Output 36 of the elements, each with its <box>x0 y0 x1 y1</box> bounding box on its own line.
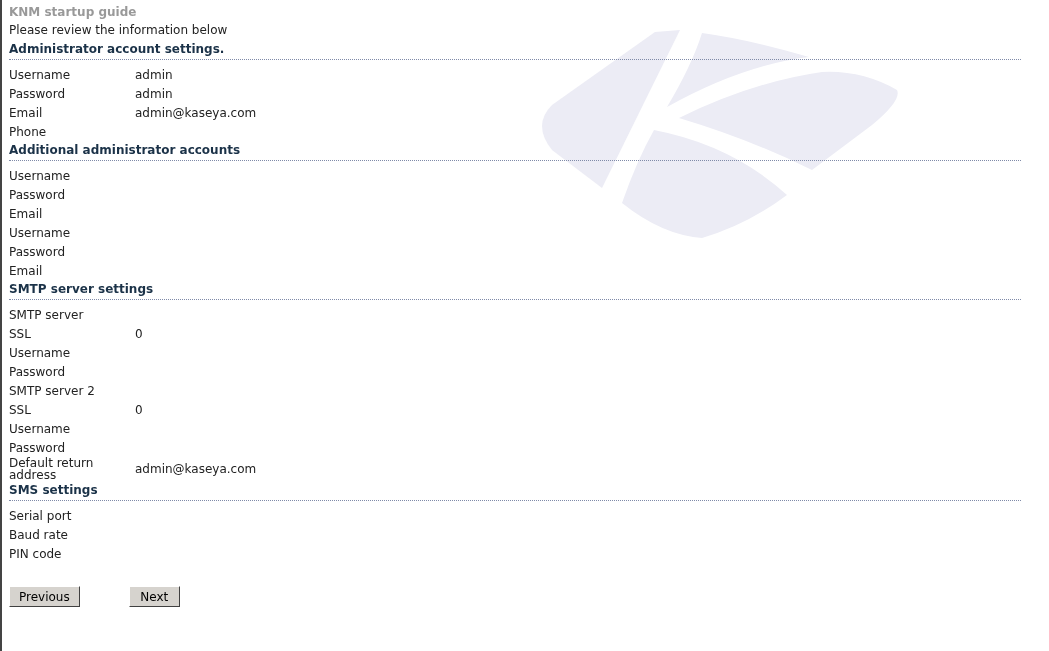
field-label: Email <box>9 106 44 119</box>
field-label: Username <box>9 422 72 435</box>
field-label: Password <box>9 245 67 258</box>
field-label: Phone <box>9 125 48 138</box>
field-label: Username <box>9 346 72 359</box>
field-value: admin <box>135 67 174 82</box>
section-heading: Additional administrator accounts <box>9 142 242 159</box>
field-label: Baud rate <box>9 528 69 541</box>
section-heading: SMS settings <box>9 482 99 499</box>
nav-button[interactable]: Next <box>128 586 180 607</box>
field-value: admin@kaseya.com <box>135 105 258 120</box>
field-value: 0 <box>135 402 144 417</box>
page-title: KNM startup guide <box>9 4 138 21</box>
nav-button[interactable]: Previous <box>9 586 80 607</box>
field-label: Password <box>9 365 67 378</box>
field-label: SMTP server 2 <box>9 384 96 397</box>
field-label: Password <box>9 87 67 100</box>
field-label: Email <box>9 207 44 220</box>
field-value: 0 <box>135 326 144 341</box>
field-label: Username <box>9 68 72 81</box>
section-heading: SMTP server settings <box>9 281 155 298</box>
section-heading: Administrator account settings. <box>9 41 226 58</box>
field-label: Password <box>9 441 67 454</box>
field-label: PIN code <box>9 547 63 560</box>
field-label: Username <box>9 226 72 239</box>
field-label: Username <box>9 169 72 182</box>
field-label: Default return address <box>9 457 95 481</box>
intro-text: Please review the information below <box>9 22 229 39</box>
field-label: SSL <box>9 403 32 416</box>
field-label: Password <box>9 188 67 201</box>
field-value: admin@kaseya.com <box>135 462 258 476</box>
field-value: admin <box>135 86 174 101</box>
field-label: SSL <box>9 327 32 340</box>
field-label: SMTP server <box>9 308 85 321</box>
field-label: Serial port <box>9 509 73 522</box>
field-label: Email <box>9 264 44 277</box>
